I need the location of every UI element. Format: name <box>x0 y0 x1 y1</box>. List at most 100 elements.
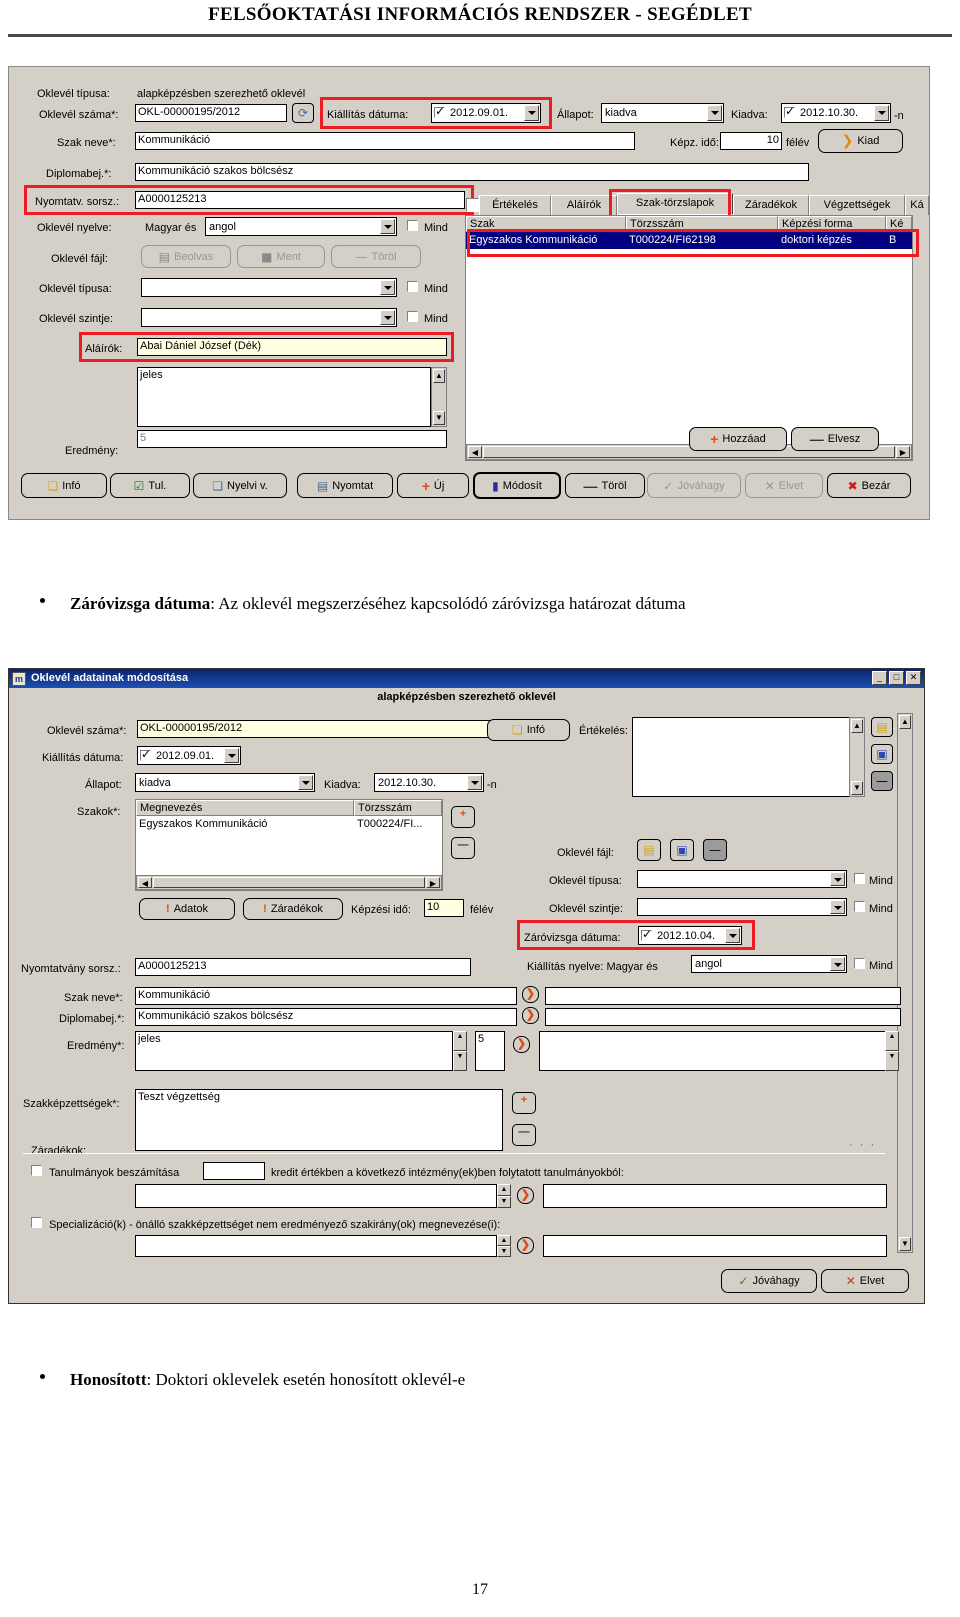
textarea-d2-ertekeles[interactable] <box>632 717 854 797</box>
tab-ertekeles[interactable]: Értékelés <box>479 195 551 215</box>
spin-down-icon[interactable]: ▼ <box>497 1196 511 1208</box>
dialog2-titlebar[interactable]: m Oklevél adatainak módosítása <box>9 669 924 688</box>
tab-zaradekok[interactable]: Záradékok <box>733 195 809 215</box>
szakkepzettsegek-remove-button[interactable]: — <box>512 1124 536 1146</box>
table-row[interactable]: Egyszakos Kommunikáció T000224/FI62198 d… <box>466 232 912 249</box>
tab-vegzettsegek[interactable]: Végzettségek <box>809 195 905 215</box>
d2-eredmeny-picker[interactable]: ❯ <box>513 1036 530 1053</box>
d2-ertekeles-scrollbar[interactable]: ▲ ▼ <box>849 717 865 797</box>
chevron-down-icon[interactable] <box>380 219 395 234</box>
input-d2-oklevel-szama[interactable]: OKL-00000195/2012 <box>137 720 511 738</box>
scroll-up-icon[interactable]: ▲ <box>851 719 863 733</box>
d2-jovahagy-button[interactable]: ✓ Jóváhagy <box>721 1269 817 1293</box>
date-kiallitas[interactable]: 2012.09.01. <box>431 103 541 123</box>
input-alairok[interactable]: Abai Dániel József (Dék) <box>137 338 447 356</box>
select-kiallitas-nyelve[interactable]: angol <box>691 955 847 973</box>
input-tanulmanyok-intezmeny[interactable] <box>135 1184 497 1208</box>
scroll-right-icon[interactable]: ▶ <box>426 877 440 888</box>
d2-open-file-button[interactable]: ▤ <box>871 717 893 737</box>
input-d2-diplomabej[interactable]: Kommunikáció szakos bölcsész <box>135 1008 517 1026</box>
input-diplomabej[interactable]: Kommunikáció szakos bölcsész <box>135 163 809 181</box>
d2-fajl-save-button[interactable]: ▣ <box>670 839 694 861</box>
d2-kiallitas-checkbox[interactable] <box>140 747 151 762</box>
textarea-d2-eredmeny[interactable]: jeles <box>135 1031 453 1071</box>
specializacio-spinner[interactable]: ▲ ▼ <box>497 1235 511 1257</box>
chevron-down-icon[interactable] <box>380 280 395 295</box>
d2-remove-file-button[interactable]: — <box>871 771 893 791</box>
select-allapot[interactable]: kiadva <box>601 103 724 123</box>
chevron-down-icon[interactable] <box>224 748 239 763</box>
checkbox-mind-tipusa[interactable] <box>407 281 418 292</box>
select-d2-allapot[interactable]: kiadva <box>135 773 315 792</box>
tab-leading-box[interactable] <box>466 198 479 212</box>
spin-up-icon[interactable]: ▲ <box>497 1184 511 1196</box>
scroll-left-icon[interactable]: ◀ <box>138 877 152 888</box>
checkbox-mind-kiallitas-nyelve[interactable] <box>854 958 865 969</box>
toolbar-torol-button[interactable]: — Töröl <box>565 473 645 498</box>
scroll-up-icon[interactable]: ▲ <box>899 715 911 729</box>
toolbar-uj-button[interactable]: + Új <box>397 473 469 498</box>
checkbox-specializacio[interactable] <box>31 1217 42 1228</box>
d2-info-button[interactable]: ❏ Infó <box>487 719 570 741</box>
input-kepz-ido[interactable]: 10 <box>720 132 782 150</box>
d2-szak-neve-picker[interactable]: ❯ <box>522 986 539 1003</box>
hozzaad-button[interactable]: + Hozzáad <box>689 427 787 451</box>
grid-szakok[interactable]: Megnevezés Törzsszám Egyszakos Kommuniká… <box>135 799 443 891</box>
dialog2-main-scrollbar[interactable]: ▲ ▼ <box>897 713 913 1253</box>
input-d2-kepzesi-ido[interactable]: 10 <box>424 899 464 917</box>
tab-alairok[interactable]: Aláírók <box>551 195 617 215</box>
date-kiadva[interactable]: 2012.10.30. <box>781 103 891 123</box>
tanulmanyok-picker[interactable]: ❯ <box>517 1187 534 1204</box>
kiallitas-checkbox[interactable] <box>434 104 445 119</box>
chevron-down-icon[interactable] <box>380 310 395 325</box>
spin-up-icon[interactable]: ▲ <box>885 1031 899 1051</box>
d2-zaradekok-button[interactable]: ! Záradékok <box>243 898 343 920</box>
scroll-right-icon[interactable]: ▶ <box>896 446 910 458</box>
input-d2-eredmeny-num[interactable]: 5 <box>475 1031 505 1071</box>
refresh-button[interactable]: ⟳ <box>292 103 314 123</box>
spin-down-icon[interactable]: ▼ <box>885 1051 899 1071</box>
d2-save-file-button[interactable]: ▣ <box>871 744 893 764</box>
d2-fajl-open-button[interactable]: ▤ <box>637 839 661 861</box>
input-d2-szak-neve-alt[interactable] <box>545 987 901 1005</box>
checkbox-mind-nyelve[interactable] <box>407 220 418 231</box>
spin-up-icon[interactable]: ▲ <box>453 1031 467 1051</box>
select-d2-oklevel-szintje[interactable] <box>637 898 847 916</box>
ment-button[interactable]: ■ Ment <box>237 245 325 268</box>
toolbar-jovahagy-button[interactable]: ✓ Jóváhagy <box>647 473 741 498</box>
textarea-d2-eredmeny-alt[interactable] <box>539 1031 887 1071</box>
chevron-down-icon[interactable] <box>830 900 845 914</box>
textarea-szakkepzettsegek[interactable]: Teszt végzettség <box>135 1089 503 1151</box>
date-d2-kiadva[interactable]: 2012.10.30. <box>374 773 484 792</box>
checkbox-d2-mind-szintje[interactable] <box>854 901 865 912</box>
szakkepzettsegek-add-button[interactable]: + <box>512 1092 536 1114</box>
input-specializacio-alt[interactable] <box>543 1235 887 1257</box>
input-d2-nyomtatvany[interactable]: A0000125213 <box>135 958 471 976</box>
checkbox-tanulmanyok[interactable] <box>31 1165 42 1176</box>
minimize-button[interactable]: _ <box>872 671 887 685</box>
d2-diplomabej-picker[interactable]: ❯ <box>522 1007 539 1024</box>
input-eredmeny-num[interactable]: 5 <box>137 430 447 448</box>
table-row[interactable]: Egyszakos Kommunikáció T000224/FI... <box>136 816 442 832</box>
kiad-button[interactable]: ❯ Kiad <box>818 129 903 153</box>
input-tanulmanyok-alt[interactable] <box>543 1184 887 1208</box>
chevron-down-icon[interactable] <box>467 775 482 790</box>
toolbar-tul-button[interactable]: ☑ Tul. <box>110 473 190 498</box>
kiadva-checkbox[interactable] <box>784 104 795 119</box>
select-oklevel-szintje[interactable] <box>141 308 397 327</box>
select-oklevel-nyelve[interactable]: angol <box>205 217 397 236</box>
torol-file-button[interactable]: — Töröl <box>331 245 421 268</box>
chevron-down-icon[interactable] <box>874 105 889 121</box>
scroll-left-icon[interactable]: ◀ <box>468 446 482 458</box>
spin-down-icon[interactable]: ▼ <box>497 1246 511 1257</box>
maximize-button[interactable]: □ <box>889 671 904 685</box>
toolbar-nyomtat-button[interactable]: ▤ Nyomtat <box>297 473 393 498</box>
select-oklevel-tipusa2[interactable] <box>141 278 397 297</box>
chevron-down-icon[interactable] <box>298 775 313 790</box>
tanulmanyok-spinner[interactable]: ▲ ▼ <box>497 1184 511 1208</box>
chevron-down-icon[interactable] <box>725 928 740 943</box>
scroll-down-icon[interactable]: ▼ <box>851 781 863 795</box>
input-oklevel-szama[interactable]: OKL-00000195/2012 <box>135 104 287 122</box>
spin-up-icon[interactable]: ▲ <box>497 1235 511 1246</box>
szakok-add-button[interactable]: + <box>451 806 475 828</box>
